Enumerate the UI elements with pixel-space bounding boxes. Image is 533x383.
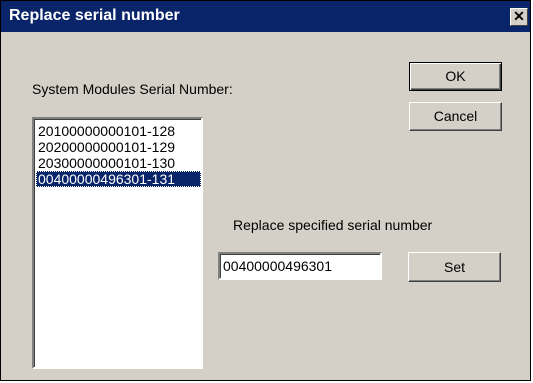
- list-item-selected[interactable]: 00400000496301-131: [36, 171, 201, 187]
- cancel-button[interactable]: Cancel: [409, 102, 502, 131]
- close-button[interactable]: ✕: [510, 8, 528, 26]
- set-button[interactable]: Set: [408, 252, 501, 282]
- list-item[interactable]: 20300000000101-130: [36, 155, 201, 171]
- serial-number-input[interactable]: 00400000496301: [218, 252, 382, 280]
- serial-list-label: System Modules Serial Number:: [32, 81, 233, 97]
- replace-label: Replace specified serial number: [233, 217, 433, 233]
- serial-number-list[interactable]: 20100000000101-128 20200000000101-129 20…: [32, 117, 203, 369]
- list-item[interactable]: 20100000000101-128: [36, 123, 201, 139]
- dialog-title: Replace serial number: [9, 7, 180, 24]
- title-bar[interactable]: Replace serial number ✕: [1, 1, 530, 32]
- replace-serial-dialog: Replace serial number ✕ System Modules S…: [0, 0, 531, 381]
- list-item[interactable]: 20200000000101-129: [36, 139, 201, 155]
- ok-button[interactable]: OK: [409, 62, 502, 91]
- close-icon: ✕: [513, 8, 525, 24]
